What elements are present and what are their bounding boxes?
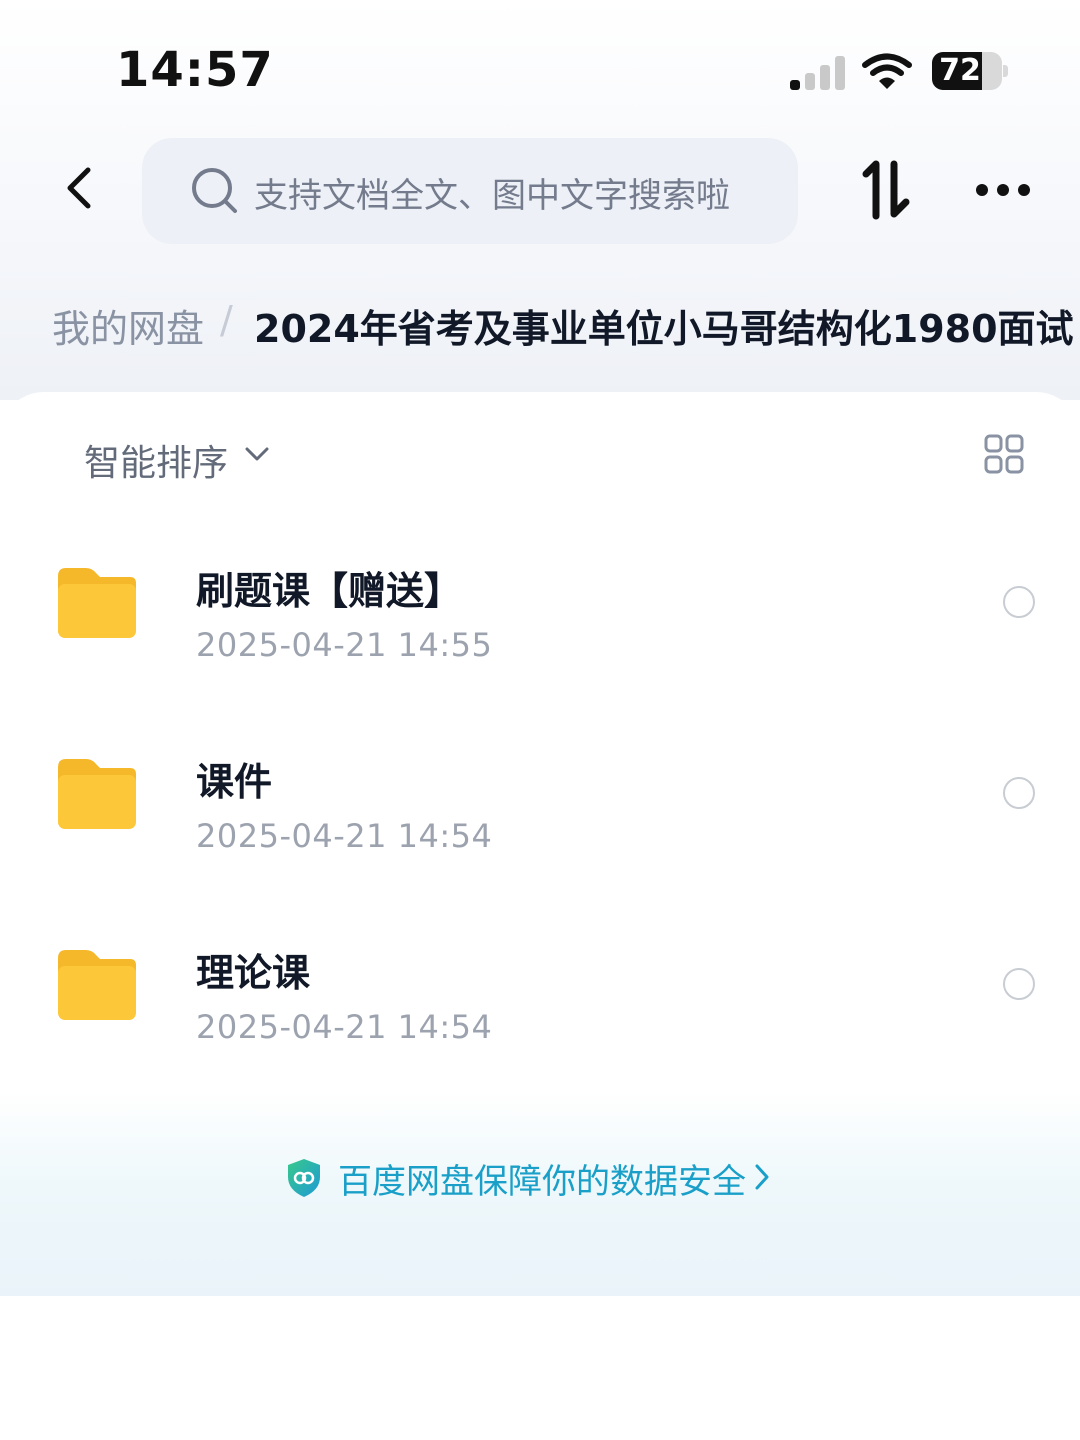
wifi-icon (862, 53, 912, 89)
sort-button[interactable] (858, 160, 914, 220)
file-name: 理论课 (196, 951, 311, 995)
file-date: 2025-04-21 14:55 (196, 626, 493, 664)
battery-tip (1003, 65, 1008, 77)
status-time: 14:57 (116, 42, 274, 98)
file-date: 2025-04-21 14:54 (196, 1008, 493, 1046)
battery-percentage: 72 (939, 53, 981, 88)
more-options-icon[interactable] (972, 170, 1034, 210)
search-icon (192, 168, 237, 213)
file-name: 课件 (196, 760, 273, 804)
folder-icon (58, 759, 136, 829)
breadcrumb-separator: / (220, 298, 233, 342)
file-name: 刷题课【赠送】 (196, 569, 463, 613)
folder-icon (58, 568, 136, 638)
search-input[interactable]: 支持文档全文、图中文字搜索啦 (142, 138, 798, 244)
file-list-card: 智能排序 刷题课【赠送】 2025-04-21 14:55 课件 2025-04… (0, 392, 1080, 1296)
shield-icon (288, 1159, 320, 1197)
security-banner[interactable]: 百度网盘保障你的数据安全 (0, 1154, 1080, 1214)
search-placeholder: 支持文档全文、图中文字搜索啦 (254, 176, 730, 216)
cellular-signal-icon (790, 56, 846, 90)
chevron-right-icon (755, 1164, 769, 1190)
select-radio[interactable] (1003, 777, 1035, 809)
breadcrumb-root[interactable]: 我的网盘 (52, 298, 204, 353)
grid-view-icon[interactable] (984, 434, 1024, 474)
file-date: 2025-04-21 14:54 (196, 817, 493, 855)
back-button[interactable] (56, 160, 106, 216)
battery-icon: 72 (932, 52, 1002, 90)
file-row[interactable]: 理论课 2025-04-21 14:54 (0, 930, 1080, 1120)
sort-mode-dropdown[interactable]: 智能排序 (84, 434, 228, 486)
security-text: 百度网盘保障你的数据安全 (338, 1162, 746, 1202)
file-row[interactable]: 课件 2025-04-21 14:54 (0, 739, 1080, 929)
breadcrumb-current: 2024年省考及事业单位小马哥结构化1980面试 (254, 307, 1074, 351)
folder-icon (58, 950, 136, 1020)
chevron-down-icon[interactable] (244, 444, 270, 464)
select-radio[interactable] (1003, 586, 1035, 618)
select-radio[interactable] (1003, 968, 1035, 1000)
file-row[interactable]: 刷题课【赠送】 2025-04-21 14:55 (0, 548, 1080, 738)
